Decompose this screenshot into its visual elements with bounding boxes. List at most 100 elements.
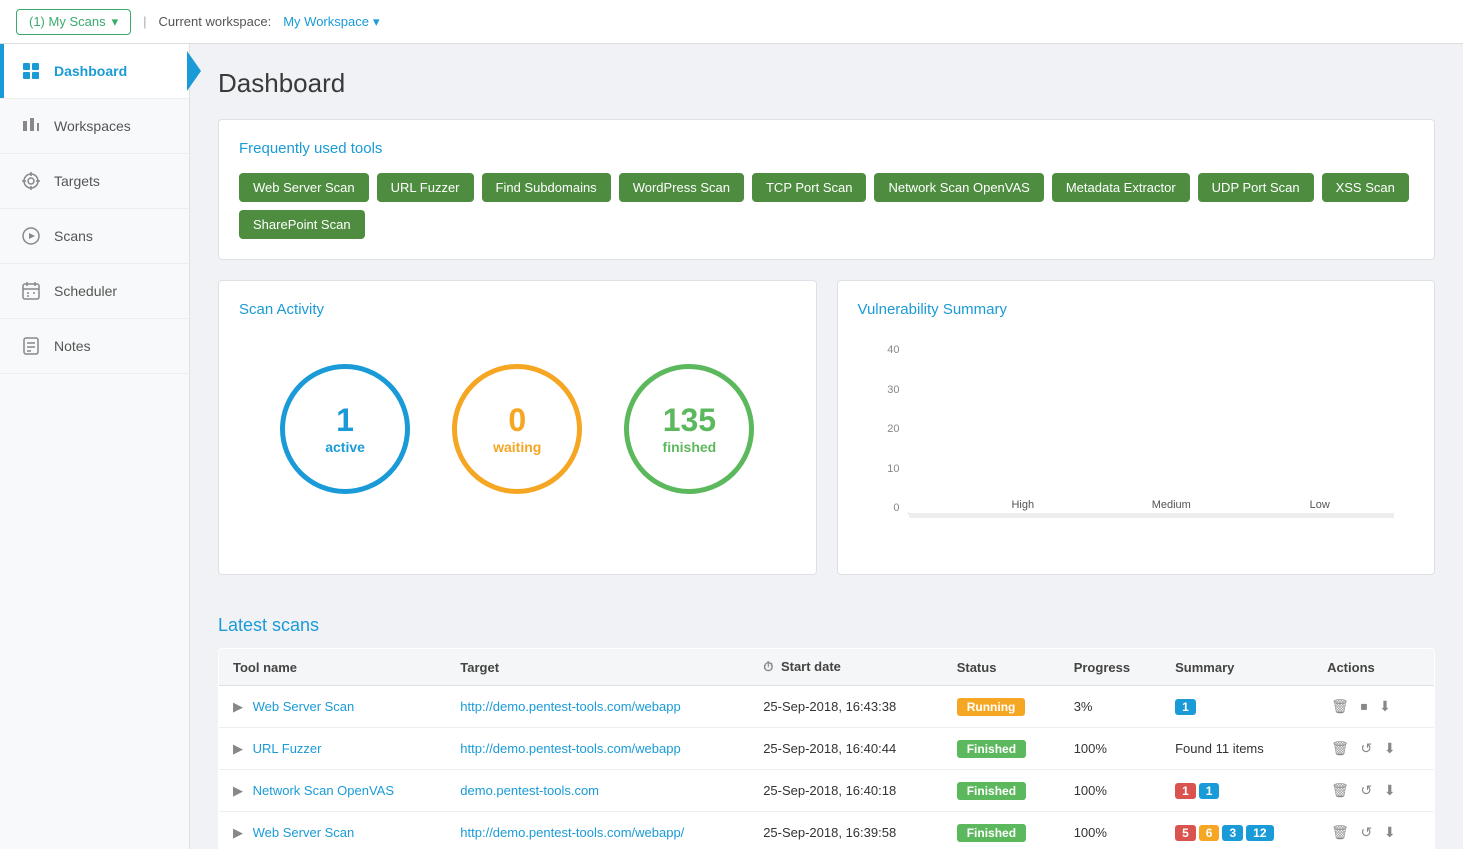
- table-body: ▶ Web Server Scan http://demo.pentest-to…: [219, 686, 1435, 849]
- row1-stop-btn[interactable]: ⏹: [1356, 696, 1371, 717]
- row3-date: 25-Sep-2018, 16:40:18: [749, 770, 943, 812]
- page-title: Dashboard: [218, 68, 1435, 99]
- active-count: 1: [336, 403, 354, 438]
- col-start-date: ⏱ Start date: [749, 649, 943, 686]
- chart-bars: High Medium Low: [908, 513, 1395, 514]
- sidebar-item-scheduler[interactable]: Scheduler: [0, 264, 189, 319]
- row3-target-link[interactable]: demo.pentest-tools.com: [460, 783, 599, 798]
- row2-status-badge: Finished: [957, 740, 1026, 758]
- y-label-10: 10: [887, 463, 899, 475]
- latest-scans-section: Latest scans Tool name Target ⏱ Start da…: [218, 615, 1435, 849]
- row4-rerun-btn[interactable]: ↺: [1356, 822, 1376, 843]
- sidebar-active-arrow: [187, 51, 201, 91]
- gridline-20: [909, 515, 1395, 516]
- row2-progress: 100%: [1060, 728, 1161, 770]
- tool-web-server-scan[interactable]: Web Server Scan: [239, 173, 369, 202]
- tool-url-fuzzer[interactable]: URL Fuzzer: [377, 173, 474, 202]
- row2-delete-btn[interactable]: 🗑: [1327, 738, 1353, 759]
- tool-metadata-extractor[interactable]: Metadata Extractor: [1052, 173, 1190, 202]
- row1-delete-btn[interactable]: 🗑: [1327, 696, 1353, 717]
- vulnerability-summary-title: Vulnerability Summary: [858, 301, 1415, 318]
- row2-rerun-btn[interactable]: ↺: [1356, 738, 1376, 759]
- sidebar-item-targets[interactable]: Targets: [0, 154, 189, 209]
- row4-delete-btn[interactable]: 🗑: [1327, 822, 1353, 843]
- tool-tcp-port-scan[interactable]: TCP Port Scan: [752, 173, 866, 202]
- row1-tool-link[interactable]: Web Server Scan: [253, 699, 355, 714]
- row4-date: 25-Sep-2018, 16:39:58: [749, 812, 943, 849]
- scan-activity-card: Scan Activity 1 active 0 waiting 135 fin…: [218, 280, 817, 575]
- row2-download-btn[interactable]: ⬇: [1380, 738, 1400, 759]
- row4-badge-12: 12: [1246, 825, 1273, 841]
- row3-delete-btn[interactable]: 🗑: [1327, 780, 1353, 801]
- frequently-used-tools-title: Frequently used tools: [239, 140, 1414, 157]
- y-label-20: 20: [887, 423, 899, 435]
- active-label: active: [325, 439, 365, 455]
- row3-tool: ▶ Network Scan OpenVAS: [219, 770, 447, 812]
- tool-wordpress-scan[interactable]: WordPress Scan: [619, 173, 744, 202]
- table-head: Tool name Target ⏱ Start date Status: [219, 649, 1435, 686]
- row3-download-btn[interactable]: ⬇: [1380, 780, 1400, 801]
- vulnerability-chart: 40 30 20 10 0: [858, 334, 1415, 554]
- topbar-separator: |: [143, 14, 146, 29]
- waiting-label: waiting: [493, 439, 541, 455]
- row4-summary: 5 6 3 12: [1161, 812, 1313, 849]
- sidebar-item-dashboard[interactable]: Dashboard: [0, 44, 189, 99]
- chart-area: 40 30 20 10 0: [868, 344, 1395, 544]
- row4-target-link[interactable]: http://demo.pentest-tools.com/webapp/: [460, 825, 684, 840]
- workspaces-icon: [20, 115, 42, 137]
- row3-badge-teal: 1: [1199, 783, 1220, 799]
- row4-badge-3: 3: [1222, 825, 1243, 841]
- tools-grid: Web Server Scan URL Fuzzer Find Subdomai…: [239, 173, 1414, 239]
- row4-summary-badges: 5 6 3 12: [1175, 825, 1299, 841]
- tool-network-scan-openvas[interactable]: Network Scan OpenVAS: [874, 173, 1043, 202]
- latest-scans-title: Latest scans: [218, 615, 1435, 636]
- row2-tool-link[interactable]: URL Fuzzer: [253, 741, 322, 756]
- row1-tool: ▶ Web Server Scan: [219, 686, 447, 728]
- tool-sharepoint-scan[interactable]: SharePoint Scan: [239, 210, 365, 239]
- sidebar-item-scans[interactable]: Scans: [0, 209, 189, 264]
- row2-play-icon: ▶: [233, 741, 243, 756]
- row1-status: Running: [943, 686, 1060, 728]
- row4-target: http://demo.pentest-tools.com/webapp/: [446, 812, 749, 849]
- latest-scans-table: Tool name Target ⏱ Start date Status: [218, 648, 1435, 849]
- row1-download-btn[interactable]: ⬇: [1375, 696, 1395, 717]
- topbar: (1) My Scans ▾ | Current workspace: My W…: [0, 0, 1463, 44]
- finished-count: 135: [663, 403, 716, 438]
- row3-rerun-btn[interactable]: ↺: [1356, 780, 1376, 801]
- row3-tool-link[interactable]: Network Scan OpenVAS: [253, 783, 394, 798]
- row2-target-link[interactable]: http://demo.pentest-tools.com/webapp: [460, 741, 680, 756]
- tool-udp-port-scan[interactable]: UDP Port Scan: [1198, 173, 1314, 202]
- chart-y-axis: 40 30 20 10 0: [868, 344, 904, 514]
- scheduler-icon: [20, 280, 42, 302]
- row2-date: 25-Sep-2018, 16:40:44: [749, 728, 943, 770]
- scan-activity-title: Scan Activity: [239, 301, 796, 318]
- table-header-row: Tool name Target ⏱ Start date Status: [219, 649, 1435, 686]
- activity-vulnerability-row: Scan Activity 1 active 0 waiting 135 fin…: [218, 280, 1435, 595]
- row3-target: demo.pentest-tools.com: [446, 770, 749, 812]
- my-scans-button[interactable]: (1) My Scans ▾: [16, 9, 131, 35]
- col-summary: Summary: [1161, 649, 1313, 686]
- my-scans-label: (1) My Scans: [29, 14, 106, 29]
- main-content: Dashboard Frequently used tools Web Serv…: [190, 44, 1463, 849]
- targets-icon: [20, 170, 42, 192]
- scan-activity-circles: 1 active 0 waiting 135 finished: [239, 334, 796, 524]
- row4-badge-5: 5: [1175, 825, 1196, 841]
- gridline-30: [909, 514, 1395, 515]
- notes-icon: [20, 335, 42, 357]
- y-label-0: 0: [893, 502, 899, 514]
- row3-play-icon: ▶: [233, 783, 243, 798]
- row2-summary: Found 11 items: [1161, 728, 1313, 770]
- row1-target-link[interactable]: http://demo.pentest-tools.com/webapp: [460, 699, 680, 714]
- row4-progress: 100%: [1060, 812, 1161, 849]
- col-actions: Actions: [1313, 649, 1434, 686]
- tool-find-subdomains[interactable]: Find Subdomains: [482, 173, 611, 202]
- tool-xss-scan[interactable]: XSS Scan: [1322, 173, 1409, 202]
- row4-tool-link[interactable]: Web Server Scan: [253, 825, 355, 840]
- row4-download-btn[interactable]: ⬇: [1380, 822, 1400, 843]
- sidebar-item-workspaces[interactable]: Workspaces: [0, 99, 189, 154]
- sidebar-item-notes[interactable]: Notes: [0, 319, 189, 374]
- workspace-link[interactable]: My Workspace ▾: [283, 14, 379, 30]
- sidebar-workspaces-label: Workspaces: [54, 118, 131, 134]
- active-circle: 1 active: [280, 364, 410, 494]
- bar-label-high: High: [949, 499, 1098, 511]
